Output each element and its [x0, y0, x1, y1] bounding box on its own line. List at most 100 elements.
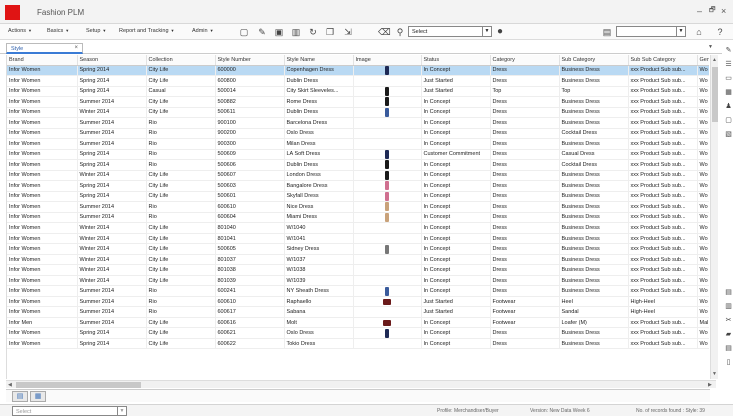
table-row[interactable]: Infor Women Summer 2014 Rio 600604 Miami Dre…	[7, 212, 709, 224]
table-row[interactable]: Infor Women Winter 2014 City Life 500605 Sid…	[7, 243, 709, 255]
layers-panel-icon[interactable]: ▥	[724, 302, 733, 311]
column-header-season[interactable]: Season	[77, 55, 147, 66]
cell-status: In Concept	[421, 275, 491, 287]
table-row[interactable]: Infor Women Winter 2014 City Life 801038 W/1…	[7, 264, 709, 276]
document-panel-icon[interactable]: ▯	[724, 358, 733, 367]
table-row[interactable]: Infor Women Winter 2014 City Life 801039 W/1…	[7, 275, 709, 287]
column-header-style-number[interactable]: Style Number	[215, 55, 285, 66]
table-panel-icon[interactable]: ▤	[724, 288, 733, 297]
table-row[interactable]: Infor Women Summer 2014 Rio 900100 Barcelona…	[7, 117, 709, 129]
save-icon[interactable]: ▣	[273, 26, 285, 38]
edit-pencil-icon[interactable]: ✎	[256, 26, 268, 38]
column-header-category[interactable]: Category	[490, 55, 560, 66]
table-row[interactable]: Infor Women Summer 2014 Rio 600617 Sabana Jus…	[7, 306, 709, 318]
table-row[interactable]: Infor Women Summer 2014 Rio 600241 NY Sheath…	[7, 285, 709, 297]
cell-image	[353, 65, 422, 76]
table-row[interactable]: Infor Women Spring 2014 City Life 600622 Tok…	[7, 338, 709, 350]
chat-panel-icon[interactable]: ▰	[724, 330, 733, 339]
column-header-sub-sub-category[interactable]: Sub Sub Category	[628, 55, 698, 66]
right-select[interactable]: ▼	[616, 26, 686, 37]
search-select[interactable]: Select ▼	[408, 26, 492, 37]
horizontal-scroll-thumb[interactable]	[16, 382, 141, 388]
tab-bar: Style × ▼	[0, 42, 722, 54]
table-row[interactable]: Infor Women Winter 2014 City Life 500611 Dub…	[7, 107, 709, 119]
vertical-scrollbar[interactable]: ▲ ▼	[710, 55, 718, 379]
table-row[interactable]: Infor Women Spring 2014 Rio 500609 LA Soft D…	[7, 149, 709, 161]
scroll-up-icon[interactable]: ▲	[712, 57, 717, 63]
help-icon[interactable]: ?	[714, 26, 726, 38]
table-row[interactable]: Infor Women Spring 2014 City Life 600800 Dub…	[7, 75, 709, 87]
table-row[interactable]: Infor Women Summer 2014 Rio 900200 Oslo Dres…	[7, 128, 709, 140]
close-button[interactable]: ×	[721, 6, 726, 16]
vertical-scroll-thumb[interactable]	[712, 67, 718, 122]
column-header-brand[interactable]: Brand	[7, 55, 78, 66]
table-row[interactable]: Infor Women Spring 2014 City Life 500601 Sky…	[7, 191, 709, 203]
cell-category: Dress	[490, 117, 560, 129]
copy-icon[interactable]: ❐	[324, 26, 336, 38]
table-row[interactable]: Infor Women Spring 2014 City Life 600000 Cop…	[7, 65, 709, 76]
menu-actions[interactable]: Actions ▼	[8, 28, 32, 34]
delete-icon[interactable]: ▥	[290, 26, 302, 38]
minimize-button[interactable]: –	[697, 6, 702, 16]
table-row[interactable]: Infor Men Summer 2014 City Life 600616 Molt I…	[7, 317, 709, 329]
table-row[interactable]: Infor Women Spring 2014 City Life 500603 Ban…	[7, 180, 709, 192]
grid-view-icon[interactable]: ▦	[30, 391, 46, 402]
menu-report-tracking[interactable]: Report and Tracking ▼	[119, 28, 175, 34]
close-tab-icon[interactable]: ×	[74, 45, 78, 51]
grid-panel-icon[interactable]: ▦	[724, 88, 733, 97]
style-thumbnail	[385, 181, 389, 191]
horizontal-scrollbar[interactable]: ◀ ▶	[6, 380, 716, 388]
table-row[interactable]: Infor Women Winter 2014 City Life 500607 Lon…	[7, 170, 709, 182]
table-row[interactable]: Infor Women Winter 2014 City Life 801037 W/1…	[7, 254, 709, 266]
new-document-icon[interactable]: ▢	[238, 26, 250, 38]
table-row[interactable]: Infor Women Winter 2014 City Life 801040 W/1…	[7, 222, 709, 234]
search-icon[interactable]: ⚲	[394, 26, 406, 38]
column-header-image[interactable]: Image	[353, 55, 422, 66]
table-row[interactable]: Infor Women Summer 2014 Rio 600610 Raphaello…	[7, 296, 709, 308]
list-panel-icon[interactable]: ☰	[724, 60, 733, 69]
style-thumbnail	[385, 286, 389, 296]
column-header-status[interactable]: Status	[421, 55, 491, 66]
cell-style-name: LA Soft Dress	[284, 149, 354, 161]
table-row[interactable]: Infor Women Summer 2014 Rio 600610 Nice Dres…	[7, 201, 709, 213]
menu-setup[interactable]: Setup ▼	[86, 28, 106, 34]
restore-button[interactable]: 🗗	[709, 6, 716, 17]
table-row[interactable]: Infor Women Summer 2014 Rio 900300 Milan Dre…	[7, 138, 709, 150]
table-row[interactable]: Infor Women Spring 2014 City Life 600621 Osl…	[7, 327, 709, 339]
export-icon[interactable]: ⇲	[342, 26, 354, 38]
go-button-icon[interactable]: ●	[494, 26, 506, 38]
column-header-gen[interactable]: Gen	[697, 55, 709, 66]
status-select[interactable]: Select ▼	[12, 406, 127, 416]
column-header-collection[interactable]: Collection	[146, 55, 216, 66]
calendar-icon[interactable]: ▤	[601, 26, 613, 38]
cell-collection: City Life	[146, 275, 216, 287]
menu-basics[interactable]: Basics ▼	[47, 28, 69, 34]
refresh-icon[interactable]: ↻	[307, 26, 319, 38]
comment-panel-icon[interactable]: ▢	[724, 116, 733, 125]
tab-style[interactable]: Style ×	[6, 43, 83, 54]
cell-status: In Concept	[421, 191, 491, 203]
scroll-right-icon[interactable]: ▶	[708, 382, 712, 388]
eraser-icon[interactable]: ⌫	[378, 26, 391, 38]
report-panel-icon[interactable]: ▧	[724, 130, 733, 139]
table-row[interactable]: Infor Women Spring 2014 Rio 500606 Dublin Dr…	[7, 159, 709, 171]
edit-panel-icon[interactable]: ✎	[724, 46, 733, 55]
menu-admin[interactable]: Admin ▼	[192, 28, 214, 34]
scroll-left-icon[interactable]: ◀	[8, 382, 12, 388]
column-header-style-name[interactable]: Style Name	[284, 55, 354, 66]
notes-panel-icon[interactable]: ▤	[724, 344, 733, 353]
home-icon[interactable]: ⌂	[693, 26, 705, 38]
list-view-icon[interactable]: ▤	[12, 391, 28, 402]
cell-sub-sub: xxx Product Sub sub...	[628, 170, 698, 182]
cell-season: Summer 2014	[77, 96, 147, 108]
image-panel-icon[interactable]: ▭	[724, 74, 733, 83]
tab-menu-chevron-icon[interactable]: ▼	[708, 44, 713, 50]
table-row[interactable]: Infor Women Winter 2014 City Life 801041 W/1…	[7, 233, 709, 245]
scroll-down-icon[interactable]: ▼	[712, 371, 717, 377]
column-header-sub-category[interactable]: Sub Category	[559, 55, 629, 66]
table-row[interactable]: Infor Women Summer 2014 City Life 500882 Rom…	[7, 96, 709, 108]
tools-panel-icon[interactable]: ✂	[724, 316, 733, 325]
table-row[interactable]: Infor Women Spring 2014 Casual 500014 City S…	[7, 86, 709, 98]
cell-status: In Concept	[421, 65, 491, 76]
user-panel-icon[interactable]: ♟	[724, 102, 733, 111]
